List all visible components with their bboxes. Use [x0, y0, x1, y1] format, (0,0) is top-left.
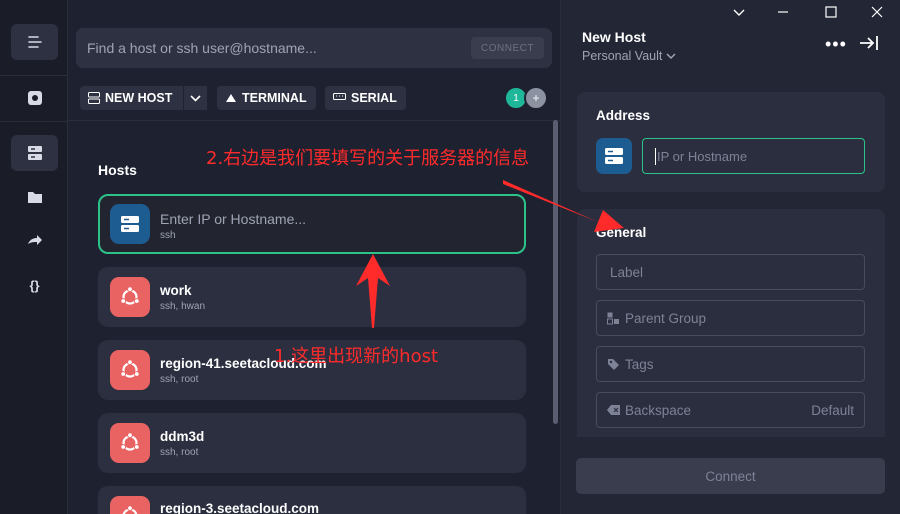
add-member-button[interactable]: + — [524, 86, 548, 110]
address-section: Address IP or Hostname — [577, 92, 885, 192]
menu-button[interactable] — [11, 24, 58, 60]
terminal-icon — [226, 94, 236, 102]
host-card[interactable]: work ssh, hwan — [98, 267, 526, 327]
backspace-field[interactable]: Backspace Default — [596, 392, 865, 428]
more-icon[interactable]: ••• — [825, 34, 847, 55]
host-icon — [110, 204, 150, 244]
toolbar-divider — [68, 120, 560, 121]
forward-icon — [27, 235, 42, 245]
minimize-chevron-icon[interactable] — [733, 4, 745, 20]
label-field[interactable]: Label — [596, 254, 865, 290]
collaborators[interactable]: 1 + — [504, 86, 552, 110]
server-icon — [605, 148, 623, 164]
host-name: work — [160, 283, 192, 298]
ubuntu-icon — [110, 423, 150, 463]
host-detail: ssh, root — [160, 374, 199, 385]
backspace-value: Default — [811, 403, 854, 418]
app-window: {} Find a host or ssh user@hostname... C… — [0, 0, 900, 514]
sidebar-item-port-forwarding[interactable] — [11, 223, 58, 259]
group-icon — [607, 312, 619, 325]
new-host-label: NEW HOST — [105, 91, 173, 105]
close-window-icon[interactable] — [871, 5, 883, 21]
ubuntu-icon — [110, 277, 150, 317]
vault-name: Personal Vault — [582, 49, 663, 63]
annotation-new-host: 1.这里出现新的host — [274, 346, 439, 367]
tag-icon — [608, 359, 619, 370]
folder-icon — [27, 192, 42, 203]
vault-selector[interactable]: Personal Vault — [582, 49, 676, 63]
parent-group-placeholder: Parent Group — [625, 311, 707, 326]
host-detail: ssh, hwan — [160, 301, 206, 312]
sidebar-item-hosts[interactable] — [11, 135, 58, 171]
sidebar-divider — [0, 121, 68, 122]
host-card[interactable]: ddm3d ssh, root — [98, 413, 526, 473]
host-name: ddm3d — [160, 429, 205, 444]
host-card[interactable]: region-3.seetacloud.com — [98, 486, 526, 514]
server-icon — [121, 216, 139, 232]
serial-port-icon — [333, 93, 346, 100]
host-list-scrollbar[interactable] — [553, 120, 558, 424]
host-placeholder: Enter IP or Hostname... — [160, 211, 307, 227]
braces-icon: {} — [29, 277, 40, 293]
panel-title: New Host — [582, 29, 646, 45]
chevron-down-icon — [190, 94, 201, 102]
annotation-right-side: 2.右边是我们要填写的关于服务器的信息 — [206, 148, 530, 169]
host-icon — [596, 138, 632, 174]
ubuntu-icon — [110, 350, 150, 390]
host-protocol: ssh — [160, 230, 176, 241]
parent-group-field[interactable]: Parent Group — [596, 300, 865, 336]
sidebar: {} — [0, 0, 68, 514]
minimize-window-icon[interactable] — [777, 5, 789, 21]
terminal-label: TERMINAL — [242, 91, 307, 105]
serial-button[interactable]: SERIAL — [325, 86, 406, 110]
sidebar-item-snippets[interactable]: {} — [11, 267, 58, 303]
sidebar-item-sftp[interactable] — [11, 179, 58, 215]
chevron-down-icon — [666, 53, 676, 60]
host-name: region-3.seetacloud.com — [160, 501, 320, 514]
ubuntu-icon — [110, 496, 150, 514]
search-bar[interactable]: Find a host or ssh user@hostname... CONN… — [76, 28, 552, 68]
label-placeholder: Label — [610, 265, 644, 280]
address-placeholder: IP or Hostname — [657, 149, 748, 164]
hosts-section-title: Hosts — [98, 162, 137, 178]
serial-label: SERIAL — [351, 91, 397, 105]
hamburger-icon — [27, 36, 42, 48]
tags-placeholder: Tags — [625, 357, 654, 372]
backspace-label: Backspace — [625, 403, 692, 418]
new-host-dropdown[interactable] — [183, 86, 207, 110]
address-input[interactable]: IP or Hostname — [642, 138, 865, 174]
new-host-card[interactable]: Enter IP or Hostname... ssh — [98, 194, 526, 254]
address-title: Address — [596, 108, 651, 123]
server-icon — [27, 146, 42, 160]
gear-icon — [27, 91, 42, 105]
terminal-button[interactable]: TERMINAL — [217, 86, 316, 110]
search-input[interactable]: Find a host or ssh user@hostname... — [87, 40, 317, 56]
general-title: General — [596, 225, 647, 240]
collapse-panel-icon[interactable] — [859, 35, 879, 56]
text-caret — [655, 148, 656, 165]
maximize-window-icon[interactable] — [825, 5, 837, 21]
quick-connect-button[interactable]: CONNECT — [471, 37, 544, 59]
sidebar-divider — [0, 75, 68, 76]
connect-button[interactable]: Connect — [576, 458, 885, 494]
tags-field[interactable]: Tags — [596, 346, 865, 382]
server-icon — [88, 92, 100, 104]
settings-button[interactable] — [11, 80, 58, 116]
host-detail: ssh, root — [160, 447, 199, 458]
backspace-icon — [607, 405, 620, 415]
